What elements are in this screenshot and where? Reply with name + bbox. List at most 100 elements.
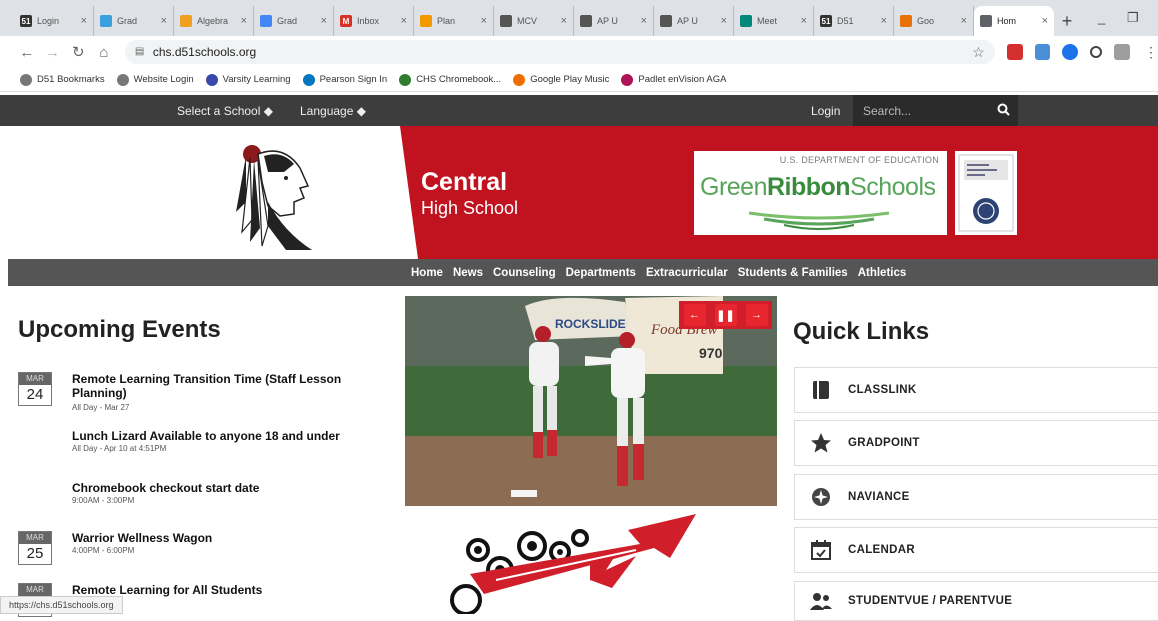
browser-tab[interactable]: Grad × [254,6,334,36]
tab-close-icon[interactable]: × [241,15,247,27]
bookmark-item[interactable]: Pearson Sign In [302,73,387,86]
url-text: chs.d51schools.org [152,45,257,59]
language-dropdown[interactable]: Language ◆ [300,104,366,118]
nav-item-extracurricular[interactable]: Extracurricular [641,267,733,279]
award-seal[interactable] [955,151,1017,235]
quicklink-gradpoint[interactable]: GRADPOINT [794,420,1158,466]
tab-label: Inbox [357,16,380,26]
extension-icon[interactable] [1034,44,1051,60]
restore-button[interactable]: ❐ [1127,10,1139,26]
event-item[interactable]: Chromebook checkout start date 9:00AM - 3… [18,481,378,525]
award-department: U.S. DEPARTMENT OF EDUCATION [779,155,939,165]
nav-item-departments[interactable]: Departments [561,267,641,279]
users-icon [808,588,834,614]
tab-close-icon[interactable]: × [321,15,327,27]
tab-close-icon[interactable]: × [721,15,727,27]
back-icon[interactable]: ← [14,44,40,61]
nav-item-athletics[interactable]: Athletics [853,267,912,279]
tab-label: Login [37,16,60,26]
extension-icon[interactable] [1006,44,1023,60]
login-link[interactable]: Login [811,104,840,118]
home-icon[interactable]: ⌂ [91,44,117,61]
previous-slide-button[interactable]: ← [683,304,706,326]
tab-close-icon[interactable]: × [641,15,647,27]
forward-icon[interactable]: → [40,44,66,61]
quicklink-classlink[interactable]: CLASSLINK [794,367,1158,413]
main-navigation: Home News Counseling Departments Extracurric… [406,259,911,286]
browser-tab[interactable]: AP U × [654,6,734,36]
minimize-button[interactable]: _ [1098,10,1105,25]
browser-tab[interactable]: MCV × [494,6,574,36]
browser-tab[interactable]: Meet × [734,6,814,36]
quicklink-naviance[interactable]: NAVIANCE [794,474,1158,520]
quicklink-label: CALENDAR [848,544,915,556]
event-month: MAR [19,584,51,596]
browser-menu-icon[interactable]: ⋮ [1144,44,1158,61]
tab-label: Meet [757,16,778,26]
bookmark-item[interactable]: Google Play Music [513,73,610,86]
browser-tab-strip: 51 Login × Grad × Algebra × Grad × M Inbox × Plan × MC… [0,0,1158,36]
select-school-dropdown[interactable]: Select a School ◆ [177,104,273,118]
new-tab-button[interactable]: + [1054,6,1080,36]
browser-tab[interactable]: Goo × [894,6,974,36]
tab-close-icon[interactable]: × [81,15,87,27]
tab-close-icon[interactable]: × [161,15,167,27]
event-item[interactable]: Lunch Lizard Available to anyone 18 and … [18,429,378,473]
extension-icon[interactable] [1090,46,1103,58]
nav-item-home[interactable]: Home [406,259,448,279]
event-item[interactable]: MAR 24 Remote Learning Transition Time (St… [18,372,378,416]
browser-tab[interactable]: 51 Login × [14,6,94,36]
green-ribbon-schools-badge[interactable]: U.S. DEPARTMENT OF EDUCATION GreenRibbon… [694,151,947,235]
bookmark-item[interactable]: Website Login [116,73,194,86]
event-title[interactable]: Remote Learning for All Students [72,583,372,597]
extension-icon[interactable] [1114,44,1130,60]
event-title[interactable]: Chromebook checkout start date [72,481,372,495]
bookmark-star-icon[interactable]: ☆ [972,44,985,61]
nav-item-students-families[interactable]: Students & Families [733,267,853,279]
browser-tab[interactable]: Hom × [974,6,1054,36]
browser-tab[interactable]: AP U × [574,6,654,36]
tab-close-icon[interactable]: × [481,15,487,27]
quicklink-calendar[interactable]: CALENDAR [794,527,1158,573]
event-item[interactable]: MAR 25 Warrior Wellness Wagon 4:00PM - 6:00… [18,531,378,575]
school-name[interactable]: Central [421,168,507,197]
tab-close-icon[interactable]: × [881,15,887,27]
browser-tab[interactable]: Algebra × [174,6,254,36]
quicklink-studentvue-parentvue[interactable]: STUDENTVUE / PARENTVUE [794,581,1158,621]
tab-close-icon[interactable]: × [401,15,407,27]
compass-icon [808,484,834,510]
tab-close-icon[interactable]: × [961,15,967,27]
tab-label: Plan [437,16,456,26]
reload-icon[interactable]: ↻ [65,43,91,61]
pause-slideshow-button[interactable]: ❚❚ [714,304,737,326]
browser-tab[interactable]: 51 D51 × [814,6,894,36]
browser-tab[interactable]: M Inbox × [334,6,414,36]
bookmark-item[interactable]: CHS Chromebook... [399,73,501,86]
bookmark-item[interactable]: Varsity Learning [205,73,291,86]
bookmark-item[interactable]: Padlet enVision AGA [621,73,727,86]
extension-icon[interactable] [1062,44,1079,60]
site-info-icon[interactable]: ▤ [135,46,147,58]
bookmark-icon [20,73,32,86]
tab-favicon-icon [900,15,912,27]
event-title[interactable]: Lunch Lizard Available to anyone 18 and … [72,429,372,443]
event-title[interactable]: Remote Learning Transition Time (Staff L… [72,372,372,400]
url-field[interactable]: ▤ chs.d51schools.org ☆ [124,40,995,64]
next-slide-button[interactable]: → [745,304,768,326]
bookmark-item[interactable]: D51 Bookmarks [20,73,105,86]
search-icon[interactable] [988,103,1018,119]
tab-close-icon[interactable]: × [1042,15,1048,27]
bookmark-label: Google Play Music [530,74,610,85]
status-url: https://chs.d51schools.org [0,596,123,614]
tab-close-icon[interactable]: × [801,15,807,27]
nav-item-counseling[interactable]: Counseling [488,267,561,279]
event-title[interactable]: Warrior Wellness Wagon [72,531,372,545]
warrior-mascot-logo[interactable] [228,142,320,252]
tab-close-icon[interactable]: × [561,15,567,27]
nav-item-news[interactable]: News [448,267,488,279]
bookmark-label: Padlet enVision AGA [638,74,727,85]
browser-tab[interactable]: Grad × [94,6,174,36]
site-search-input[interactable]: Search... [853,95,1018,126]
tab-label: MCV [517,16,537,26]
browser-tab[interactable]: Plan × [414,6,494,36]
